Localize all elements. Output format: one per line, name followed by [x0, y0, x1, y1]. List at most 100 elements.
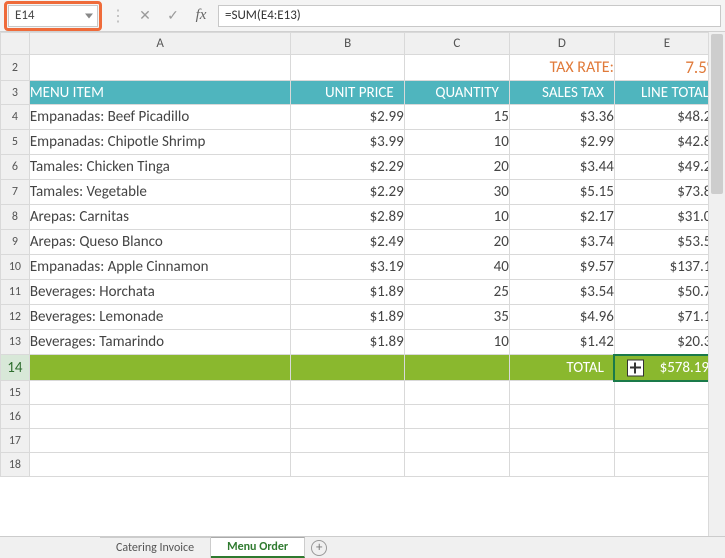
cell-C2[interactable] [404, 55, 509, 81]
cell-qty[interactable]: 10 [404, 130, 509, 155]
row-header-3[interactable]: 3 [1, 81, 30, 105]
row-header-13[interactable]: 13 [1, 330, 30, 355]
empty-cell[interactable] [29, 453, 291, 477]
cell-price[interactable]: $3.19 [291, 255, 404, 280]
empty-cell[interactable] [404, 381, 509, 405]
cell-item[interactable]: Tamales: Vegetable [29, 180, 291, 205]
row-header-14[interactable]: 14 [1, 355, 30, 381]
empty-cell[interactable] [291, 453, 404, 477]
col-header-A[interactable]: A [29, 33, 291, 55]
header-menu-item[interactable]: MENU ITEM [29, 81, 291, 105]
cell-qty[interactable]: 20 [404, 155, 509, 180]
cell-total[interactable]: $53.54 [614, 230, 719, 255]
cell-total[interactable]: $20.32 [614, 330, 719, 355]
row-header-10[interactable]: 10 [1, 255, 30, 280]
cell-qty[interactable]: 10 [404, 330, 509, 355]
cell-total[interactable]: $73.85 [614, 180, 719, 205]
row-header-15[interactable]: 15 [1, 381, 30, 405]
cell-qty[interactable]: 20 [404, 230, 509, 255]
header-unit-price[interactable]: UNIT PRICE [291, 81, 404, 105]
cell-item[interactable]: Empanadas: Beef Picadillo [29, 105, 291, 130]
header-line-total[interactable]: LINE TOTAL [614, 81, 719, 105]
cell-A14[interactable] [29, 355, 291, 381]
row-header-16[interactable]: 16 [1, 405, 30, 429]
col-header-D[interactable]: D [509, 33, 614, 55]
cell-tax[interactable]: $4.96 [509, 305, 614, 330]
header-quantity[interactable]: QUANTITY [404, 81, 509, 105]
cell-tax[interactable]: $5.15 [509, 180, 614, 205]
cell-total[interactable]: $137.17 [614, 255, 719, 280]
cell-item[interactable]: Empanadas: Apple Cinnamon [29, 255, 291, 280]
chevron-down-icon[interactable] [85, 13, 93, 18]
sheet-tab-catering-invoice[interactable]: Catering Invoice [100, 537, 211, 558]
empty-cell[interactable] [291, 381, 404, 405]
cell-tax[interactable]: $1.42 [509, 330, 614, 355]
row-header-11[interactable]: 11 [1, 280, 30, 305]
cell-price[interactable]: $2.89 [291, 205, 404, 230]
cell-C14[interactable] [404, 355, 509, 381]
empty-cell[interactable] [291, 405, 404, 429]
cell-item[interactable]: Beverages: Horchata [29, 280, 291, 305]
row-header-6[interactable]: 6 [1, 155, 30, 180]
row-header-18[interactable]: 18 [1, 453, 30, 477]
tax-rate-value[interactable]: 7.5% [614, 55, 719, 81]
formula-input[interactable]: =SUM(E4:E13) [218, 5, 721, 27]
row-header-12[interactable]: 12 [1, 305, 30, 330]
worksheet-grid[interactable]: A B C D E 2 TAX RATE:7.5% 3MENU ITEMUNIT P… [0, 32, 725, 536]
cell-price[interactable]: $1.89 [291, 280, 404, 305]
cell-total[interactable]: $31.07 [614, 205, 719, 230]
col-header-B[interactable]: B [291, 33, 404, 55]
cell-total[interactable]: $42.89 [614, 130, 719, 155]
cell-qty[interactable]: 10 [404, 205, 509, 230]
cell-A2[interactable] [29, 55, 291, 81]
empty-cell[interactable] [404, 429, 509, 453]
sheet-tab-menu-order[interactable]: Menu Order [211, 537, 305, 558]
cell-tax[interactable]: $2.17 [509, 205, 614, 230]
add-sheet-button[interactable]: + [305, 537, 333, 558]
empty-cell[interactable] [29, 381, 291, 405]
cell-tax[interactable]: $9.57 [509, 255, 614, 280]
tax-rate-label[interactable]: TAX RATE: [509, 55, 614, 81]
empty-cell[interactable] [291, 429, 404, 453]
row-header-17[interactable]: 17 [1, 429, 30, 453]
cell-price[interactable]: $2.29 [291, 180, 404, 205]
select-all-corner[interactable] [1, 33, 30, 55]
cell-tax[interactable]: $3.36 [509, 105, 614, 130]
cell-qty[interactable]: 30 [404, 180, 509, 205]
empty-cell[interactable] [29, 405, 291, 429]
empty-cell[interactable] [614, 429, 719, 453]
cell-total[interactable]: $48.21 [614, 105, 719, 130]
cell-qty[interactable]: 35 [404, 305, 509, 330]
empty-cell[interactable] [509, 381, 614, 405]
name-box[interactable]: E14 [8, 5, 98, 27]
cell-qty[interactable]: 40 [404, 255, 509, 280]
cell-item[interactable]: Empanadas: Chipotle Shrimp [29, 130, 291, 155]
col-header-C[interactable]: C [404, 33, 509, 55]
accept-formula-button[interactable]: ✓ [162, 5, 184, 27]
empty-cell[interactable] [509, 405, 614, 429]
cell-total[interactable]: $49.24 [614, 155, 719, 180]
cell-item[interactable]: Beverages: Lemonade [29, 305, 291, 330]
row-header-5[interactable]: 5 [1, 130, 30, 155]
col-header-E[interactable]: E [614, 33, 719, 55]
cell-B14[interactable] [291, 355, 404, 381]
total-value-cell[interactable]: $578.19 [614, 355, 719, 381]
cell-price[interactable]: $2.29 [291, 155, 404, 180]
row-header-9[interactable]: 9 [1, 230, 30, 255]
cell-tax[interactable]: $3.54 [509, 280, 614, 305]
cell-price[interactable]: $2.49 [291, 230, 404, 255]
cell-item[interactable]: Tamales: Chicken Tinga [29, 155, 291, 180]
cell-item[interactable]: Arepas: Queso Blanco [29, 230, 291, 255]
row-header-2[interactable]: 2 [1, 55, 30, 81]
cell-B2[interactable] [291, 55, 404, 81]
empty-cell[interactable] [614, 381, 719, 405]
cell-item[interactable]: Arepas: Carnitas [29, 205, 291, 230]
vertical-scrollbar[interactable] [708, 32, 725, 536]
cell-total[interactable]: $50.79 [614, 280, 719, 305]
cell-total[interactable]: $71.11 [614, 305, 719, 330]
cell-tax[interactable]: $2.99 [509, 130, 614, 155]
fx-icon[interactable]: fx [190, 5, 212, 27]
empty-cell[interactable] [509, 453, 614, 477]
empty-cell[interactable] [404, 453, 509, 477]
total-label[interactable]: TOTAL [509, 355, 614, 381]
